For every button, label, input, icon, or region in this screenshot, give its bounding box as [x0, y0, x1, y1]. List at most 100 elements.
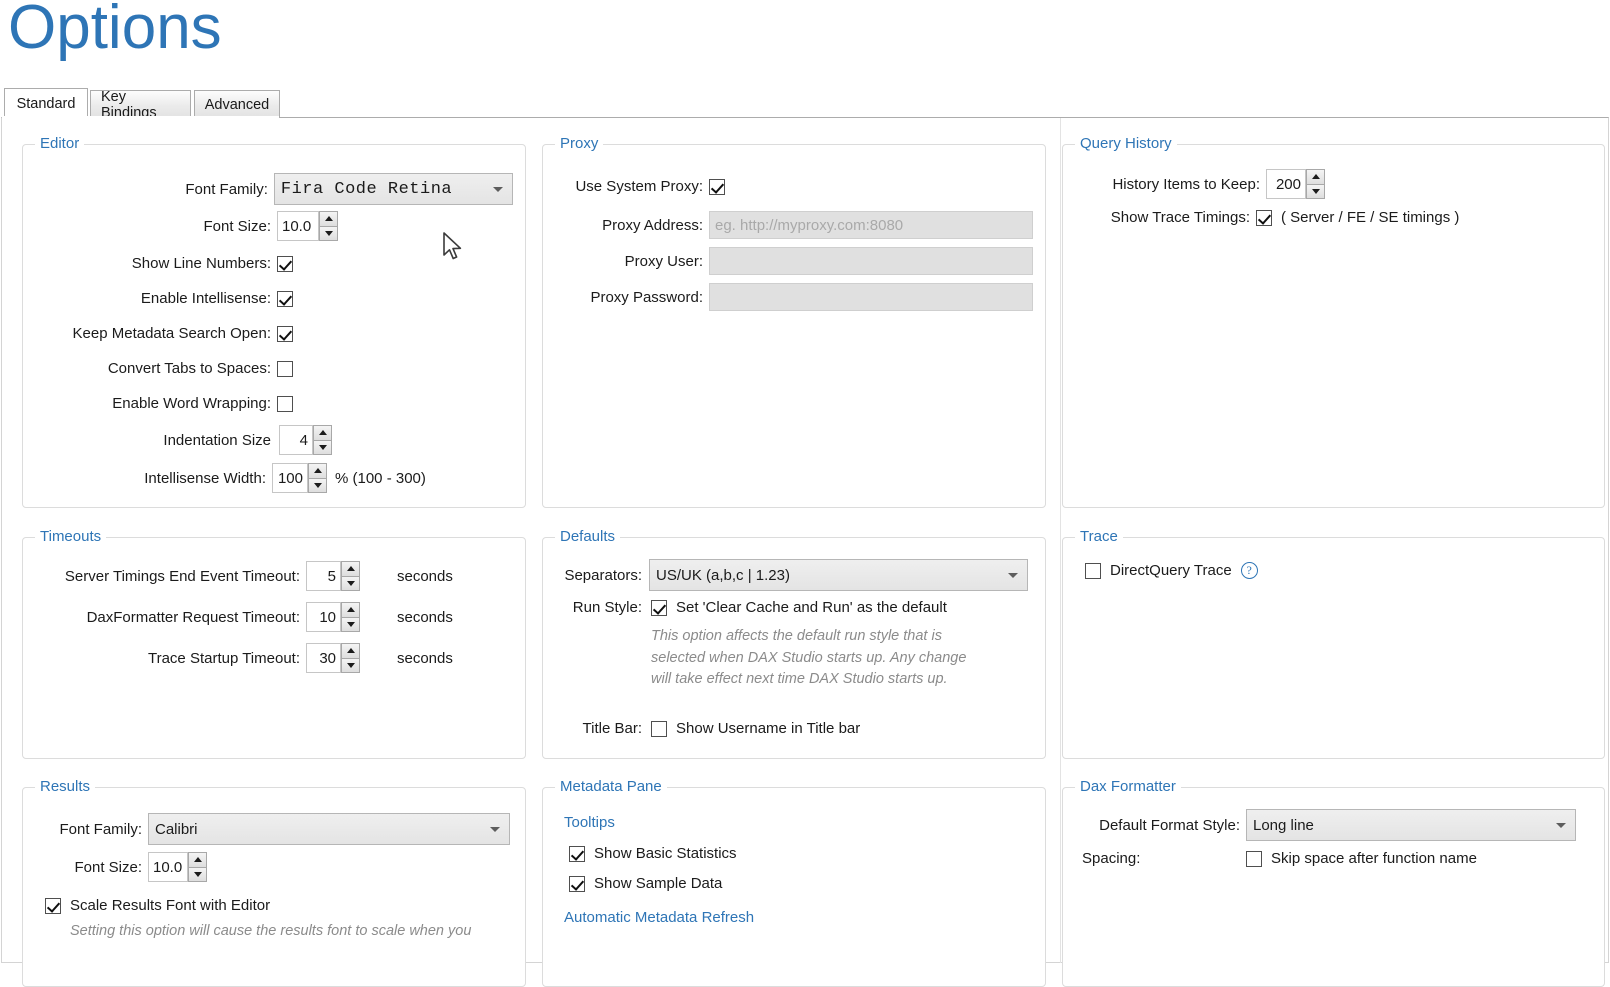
daxformatter-timeout-stepper[interactable]: 10 — [306, 602, 360, 632]
group-trace-title: Trace — [1075, 528, 1123, 545]
show-basic-statistics-checkbox[interactable] — [569, 845, 585, 862]
history-items-value[interactable]: 200 — [1266, 169, 1306, 199]
history-items-spin-buttons[interactable] — [1306, 169, 1325, 199]
spinner-down-icon[interactable] — [341, 616, 360, 632]
spinner-up-icon[interactable] — [341, 602, 360, 617]
group-metadata-pane: Metadata Pane Tooltips Show Basic Statis… — [542, 778, 1046, 987]
results-font-size-spin-buttons[interactable] — [188, 852, 207, 882]
group-dax-formatter-title: Dax Formatter — [1075, 778, 1181, 795]
row-show-sample-data: Show Sample Data — [569, 875, 722, 892]
chevron-down-icon — [1556, 823, 1566, 828]
proxy-address-placeholder: eg. http://myproxy.com:8080 — [715, 216, 904, 234]
trace-startup-timeout-stepper[interactable]: 30 — [306, 643, 360, 673]
row-history-items-to-keep: History Items to Keep: 200 — [1063, 169, 1583, 199]
show-sample-data-checkbox[interactable] — [569, 875, 585, 892]
spinner-down-icon[interactable] — [319, 225, 338, 241]
indentation-size-stepper[interactable]: 4 — [279, 425, 332, 455]
group-editor: Editor Font Family: Fira Code Retina Fon… — [22, 135, 526, 508]
skip-space-checkbox[interactable] — [1246, 850, 1262, 867]
tab-advanced[interactable]: Advanced — [194, 90, 280, 118]
tab-standard-label: Standard — [16, 95, 76, 112]
show-trace-timings-checkbox[interactable] — [1256, 209, 1272, 226]
proxy-address-input[interactable]: eg. http://myproxy.com:8080 — [709, 211, 1033, 239]
daxformatter-timeout-value[interactable]: 10 — [306, 602, 341, 632]
group-timeouts: Timeouts Server Timings End Event Timeou… — [22, 528, 526, 759]
separators-label: Separators: — [564, 566, 642, 584]
tooltips-heading: Tooltips — [564, 814, 615, 831]
proxy-password-input[interactable] — [709, 283, 1033, 311]
automatic-metadata-refresh-heading: Automatic Metadata Refresh — [564, 909, 755, 926]
spinner-down-icon[interactable] — [1306, 183, 1325, 199]
spinner-up-icon[interactable] — [341, 561, 360, 576]
spinner-up-icon[interactable] — [308, 463, 327, 478]
spinner-up-icon[interactable] — [1306, 169, 1325, 184]
show-line-numbers-label: Show Line Numbers: — [131, 255, 271, 272]
show-basic-statistics-label: Show Basic Statistics — [594, 845, 737, 862]
daxformatter-spin-buttons[interactable] — [341, 602, 360, 632]
tab-key-bindings[interactable]: Key Bindings — [90, 89, 191, 121]
row-use-system-proxy: Use System Proxy: — [543, 178, 1043, 195]
editor-font-size-spin-buttons[interactable] — [319, 211, 338, 241]
history-items-stepper[interactable]: 200 — [1266, 169, 1325, 199]
editor-font-family-label: Font Family: — [185, 180, 268, 198]
separators-combo[interactable]: US/UK (a,b,c | 1.23) — [649, 559, 1028, 591]
panel-column-divider — [1060, 118, 1061, 963]
results-font-family-combo[interactable]: Calibri — [148, 813, 510, 845]
results-font-size-value[interactable]: 10.0 — [148, 852, 188, 882]
indentation-spin-buttons[interactable] — [313, 425, 332, 455]
scale-results-font-checkbox[interactable] — [45, 897, 61, 914]
convert-tabs-checkbox[interactable] — [277, 360, 293, 377]
run-style-checkbox[interactable] — [651, 599, 667, 616]
spinner-up-icon[interactable] — [341, 643, 360, 658]
intellisense-width-value[interactable]: 100 — [272, 463, 308, 493]
word-wrap-checkbox[interactable] — [277, 395, 293, 412]
show-line-numbers-checkbox[interactable] — [277, 255, 293, 272]
tab-strip: Standard Key Bindings Advanced — [2, 88, 1608, 121]
proxy-user-input[interactable] — [709, 247, 1033, 275]
spinner-up-icon[interactable] — [319, 211, 338, 226]
mouse-pointer-icon — [443, 232, 465, 269]
spinner-down-icon[interactable] — [341, 657, 360, 673]
keep-metadata-search-open-checkbox[interactable] — [277, 325, 293, 342]
server-timings-spin-buttons[interactable] — [341, 561, 360, 591]
indentation-size-value[interactable]: 4 — [279, 425, 313, 455]
show-trace-timings-label: Show Trace Timings: — [1110, 209, 1250, 226]
editor-font-size-stepper[interactable]: 10.0 — [277, 211, 338, 241]
title-bar-checkbox[interactable] — [651, 720, 667, 737]
spinner-down-icon[interactable] — [313, 439, 332, 455]
trace-startup-timeout-value[interactable]: 30 — [306, 643, 341, 673]
proxy-user-label: Proxy User: — [624, 252, 703, 270]
use-system-proxy-checkbox[interactable] — [709, 178, 725, 195]
spinner-up-icon[interactable] — [313, 425, 332, 440]
row-editor-font-size: Font Size: 10.0 — [23, 211, 513, 241]
help-icon[interactable]: ? — [1240, 562, 1258, 579]
server-timings-timeout-value[interactable]: 5 — [306, 561, 341, 591]
server-timings-timeout-stepper[interactable]: 5 — [306, 561, 360, 591]
trace-startup-spin-buttons[interactable] — [341, 643, 360, 673]
daxformatter-timeout-label: DaxFormatter Request Timeout: — [86, 608, 300, 626]
spinner-up-icon[interactable] — [188, 852, 207, 867]
editor-font-family-combo[interactable]: Fira Code Retina — [273, 173, 513, 205]
spinner-down-icon[interactable] — [188, 866, 207, 882]
editor-font-size-value[interactable]: 10.0 — [277, 211, 319, 241]
enable-intellisense-checkbox[interactable] — [277, 290, 293, 307]
tab-advanced-label: Advanced — [204, 96, 270, 113]
intellisense-width-stepper[interactable]: 100 — [272, 463, 327, 493]
row-trace-startup-timeout: Trace Startup Timeout: 30 seconds — [23, 643, 523, 673]
spinner-down-icon[interactable] — [341, 575, 360, 591]
group-dax-formatter: Dax Formatter Default Format Style: Long… — [1062, 778, 1605, 987]
group-query-history: Query History History Items to Keep: 200… — [1062, 135, 1605, 508]
tab-standard[interactable]: Standard — [4, 88, 88, 119]
intellisense-width-label: Intellisense Width: — [144, 469, 266, 487]
row-title-bar: Title Bar: Show Username in Title bar — [543, 720, 1043, 737]
run-style-checkbox-label: Set 'Clear Cache and Run' as the default — [676, 599, 947, 616]
default-format-style-combo[interactable]: Long line — [1246, 809, 1576, 841]
intellisense-width-spin-buttons[interactable] — [308, 463, 327, 493]
group-defaults: Defaults Separators: US/UK (a,b,c | 1.23… — [542, 528, 1046, 759]
row-results-font-size: Font Size: 10.0 — [23, 852, 523, 882]
results-font-size-stepper[interactable]: 10.0 — [148, 852, 207, 882]
enable-intellisense-label: Enable Intellisense: — [140, 290, 271, 307]
proxy-address-label: Proxy Address: — [602, 216, 703, 234]
spinner-down-icon[interactable] — [308, 477, 327, 493]
directquery-trace-checkbox[interactable] — [1085, 562, 1101, 579]
